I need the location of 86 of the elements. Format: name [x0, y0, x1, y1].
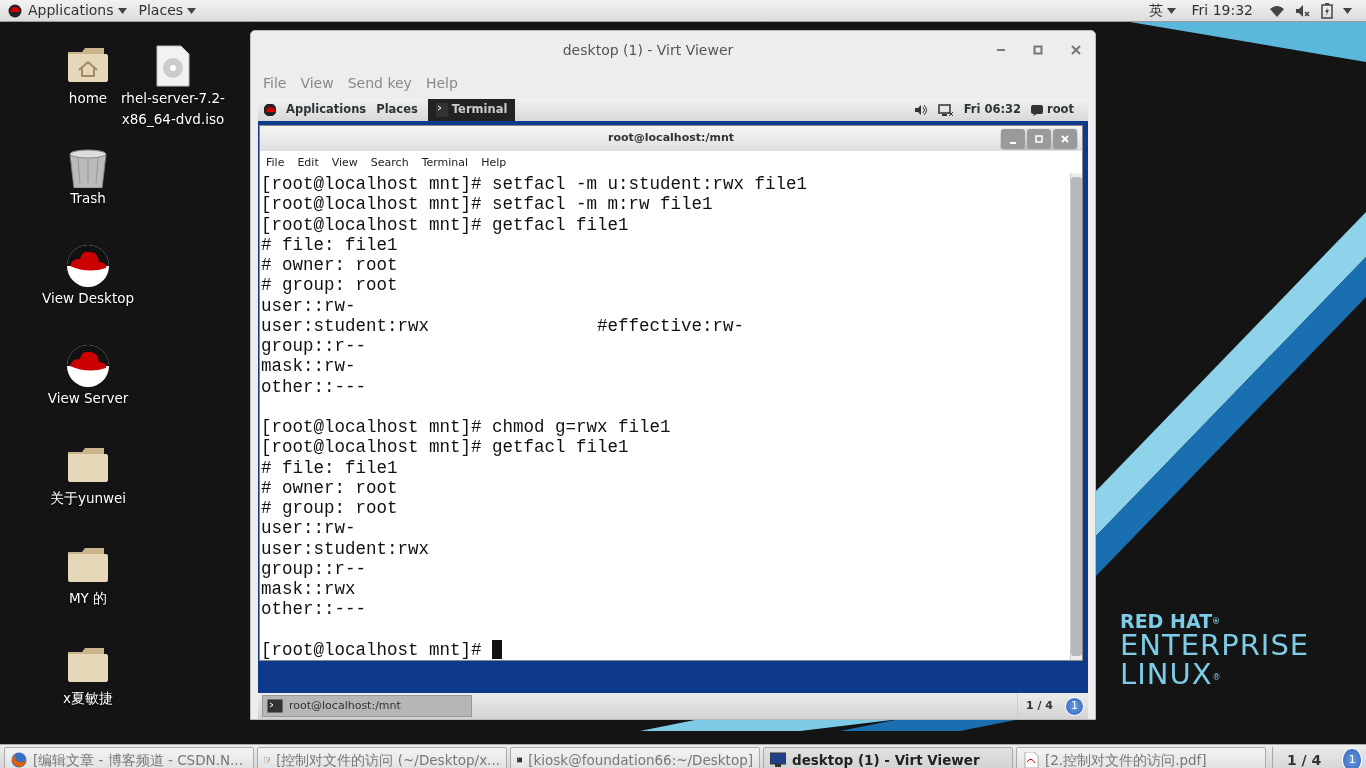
- task-button[interactable]: desktop (1) - Virt Viewer: [763, 746, 1013, 768]
- icon-label[interactable]: x夏敏捷: [63, 688, 113, 709]
- minimize-icon: [1010, 142, 1016, 144]
- terminal-line: # group: root: [261, 498, 398, 518]
- menu-button[interactable]: Applications: [286, 101, 367, 119]
- scrollbar[interactable]: [1070, 173, 1082, 660]
- task-button[interactable]: [控制对文件的访问 (~/Desktop/x...: [257, 746, 507, 768]
- logo-icon: [264, 104, 276, 116]
- terminal-line: # file: file1: [261, 234, 398, 255]
- close-button[interactable]: [1053, 129, 1077, 149]
- terminal-line: user::rw-: [261, 295, 356, 316]
- logo-text: RED HAT$^{®}$: [1120, 612, 1222, 631]
- menu-item[interactable]: Help: [481, 155, 507, 169]
- icon-label[interactable]: rhel-server-7.2-x86_64-dvd.iso: [118, 88, 228, 130]
- caret-icon: [1166, 7, 1176, 14]
- workspace-indicator[interactable]: 1 / 4: [1272, 747, 1336, 768]
- task-button[interactable]: [kiosk@foundation66:~/Desktop]: [510, 746, 760, 768]
- close-icon: [1060, 134, 1070, 144]
- terminal-line: [root@localhost mnt]# setfacl -m u:student:rwx file1: [261, 174, 808, 194]
- terminal-icon: [267, 699, 283, 713]
- terminal-line: user:student:rwx: [261, 538, 430, 559]
- terminal-line: user::rw-: [261, 518, 356, 539]
- terminal-line: mask::rwx: [261, 579, 356, 599]
- task-button[interactable]: [2.控制对文件的访问.pdf]: [1016, 746, 1266, 768]
- caret-icon: [1343, 7, 1352, 14]
- hat-icon: [66, 344, 110, 388]
- icon-label[interactable]: Trash: [70, 188, 106, 209]
- terminal-line: [root@localhost mnt]# setfacl -m m:rw file1: [261, 194, 713, 215]
- terminal-line: user:student:rwx #effective:rw-: [261, 315, 745, 336]
- terminal-line: [root@localhost mnt]#: [261, 639, 483, 660]
- terminal-line: [root@localhost mnt]# getfacl file1: [261, 214, 629, 235]
- icon-label[interactable]: View Server: [47, 388, 129, 409]
- pdf-document-icon: [1023, 752, 1039, 768]
- terminal-line: [root@localhost mnt]# getfacl file1: [261, 437, 629, 458]
- terminal-line: # file: file1: [261, 457, 398, 478]
- icon-label[interactable]: MY 的: [68, 588, 108, 609]
- terminal-line: other::---: [261, 376, 367, 397]
- maximize-button[interactable]: [1027, 129, 1051, 149]
- battery-icon: [1321, 2, 1333, 19]
- window-title: root@localhost:/mnt: [608, 130, 734, 147]
- terminal-icon: [435, 103, 448, 117]
- caret-icon: [187, 7, 197, 14]
- wifi-icon: [1269, 3, 1285, 18]
- task-button[interactable]: [编辑文章 - 博客频道 - CSDN.N...: [4, 746, 254, 768]
- menu-item[interactable]: Terminal: [421, 155, 469, 169]
- muted-speaker-icon: [1295, 3, 1311, 18]
- icon-label[interactable]: home: [68, 88, 108, 109]
- clock[interactable]: Fri 06:32: [963, 101, 1021, 119]
- menu-item[interactable]: Search: [370, 155, 409, 169]
- icon-label[interactable]: View Desktop: [42, 288, 134, 309]
- speaker-icon: [913, 104, 928, 116]
- terminal-line: # owner: root: [261, 477, 398, 498]
- network-icon: [937, 103, 954, 117]
- terminal-line: # owner: root: [261, 255, 398, 275]
- window-title: desktop (1) - Virt Viewer: [561, 40, 735, 60]
- close-icon: [1071, 45, 1081, 55]
- clock[interactable]: Fri 19:32: [1191, 0, 1253, 21]
- menu-button[interactable]: Applications: [22, 0, 133, 21]
- minimize-icon: [997, 49, 1005, 51]
- terminal-line: mask::rw-: [261, 356, 356, 377]
- hat-icon: [66, 244, 110, 288]
- logo-icon: [8, 3, 22, 18]
- maximize-icon: [1034, 134, 1044, 144]
- task-button[interactable]: root@localhost:/mnt: [262, 695, 472, 717]
- monitor-icon: [770, 752, 786, 768]
- maximize-icon: [1033, 45, 1043, 55]
- logo-text: ENTERPRISE: [1120, 631, 1310, 660]
- terminal-line: group::r--: [261, 336, 367, 356]
- terminal-line: # group: root: [261, 275, 398, 296]
- icon-label[interactable]: 关于yunwei: [49, 488, 127, 509]
- menu-button[interactable]: Places: [132, 0, 203, 21]
- caret-icon: [117, 7, 127, 14]
- menu-item[interactable]: View: [331, 155, 358, 169]
- browser-icon: [11, 752, 27, 768]
- terminal-line: [root@localhost mnt]# chmod g=rwx file1: [261, 417, 671, 437]
- minimize-button[interactable]: [1001, 129, 1025, 149]
- input-method-button[interactable]: 英: [1148, 0, 1176, 21]
- menu-button[interactable]: Places: [376, 101, 418, 119]
- logo-text: LINUX$^{®}$: [1120, 660, 1223, 689]
- user-menu-button[interactable]: root: [1031, 101, 1074, 119]
- terminal-line: group::r--: [261, 558, 367, 579]
- menu-item[interactable]: Edit: [297, 155, 319, 169]
- workspace-indicator[interactable]: 1 / 4: [1017, 693, 1061, 719]
- terminal-line: other::---: [261, 599, 367, 620]
- task-button[interactable]: Terminal: [427, 99, 516, 121]
- menu-item[interactable]: File: [266, 155, 285, 169]
